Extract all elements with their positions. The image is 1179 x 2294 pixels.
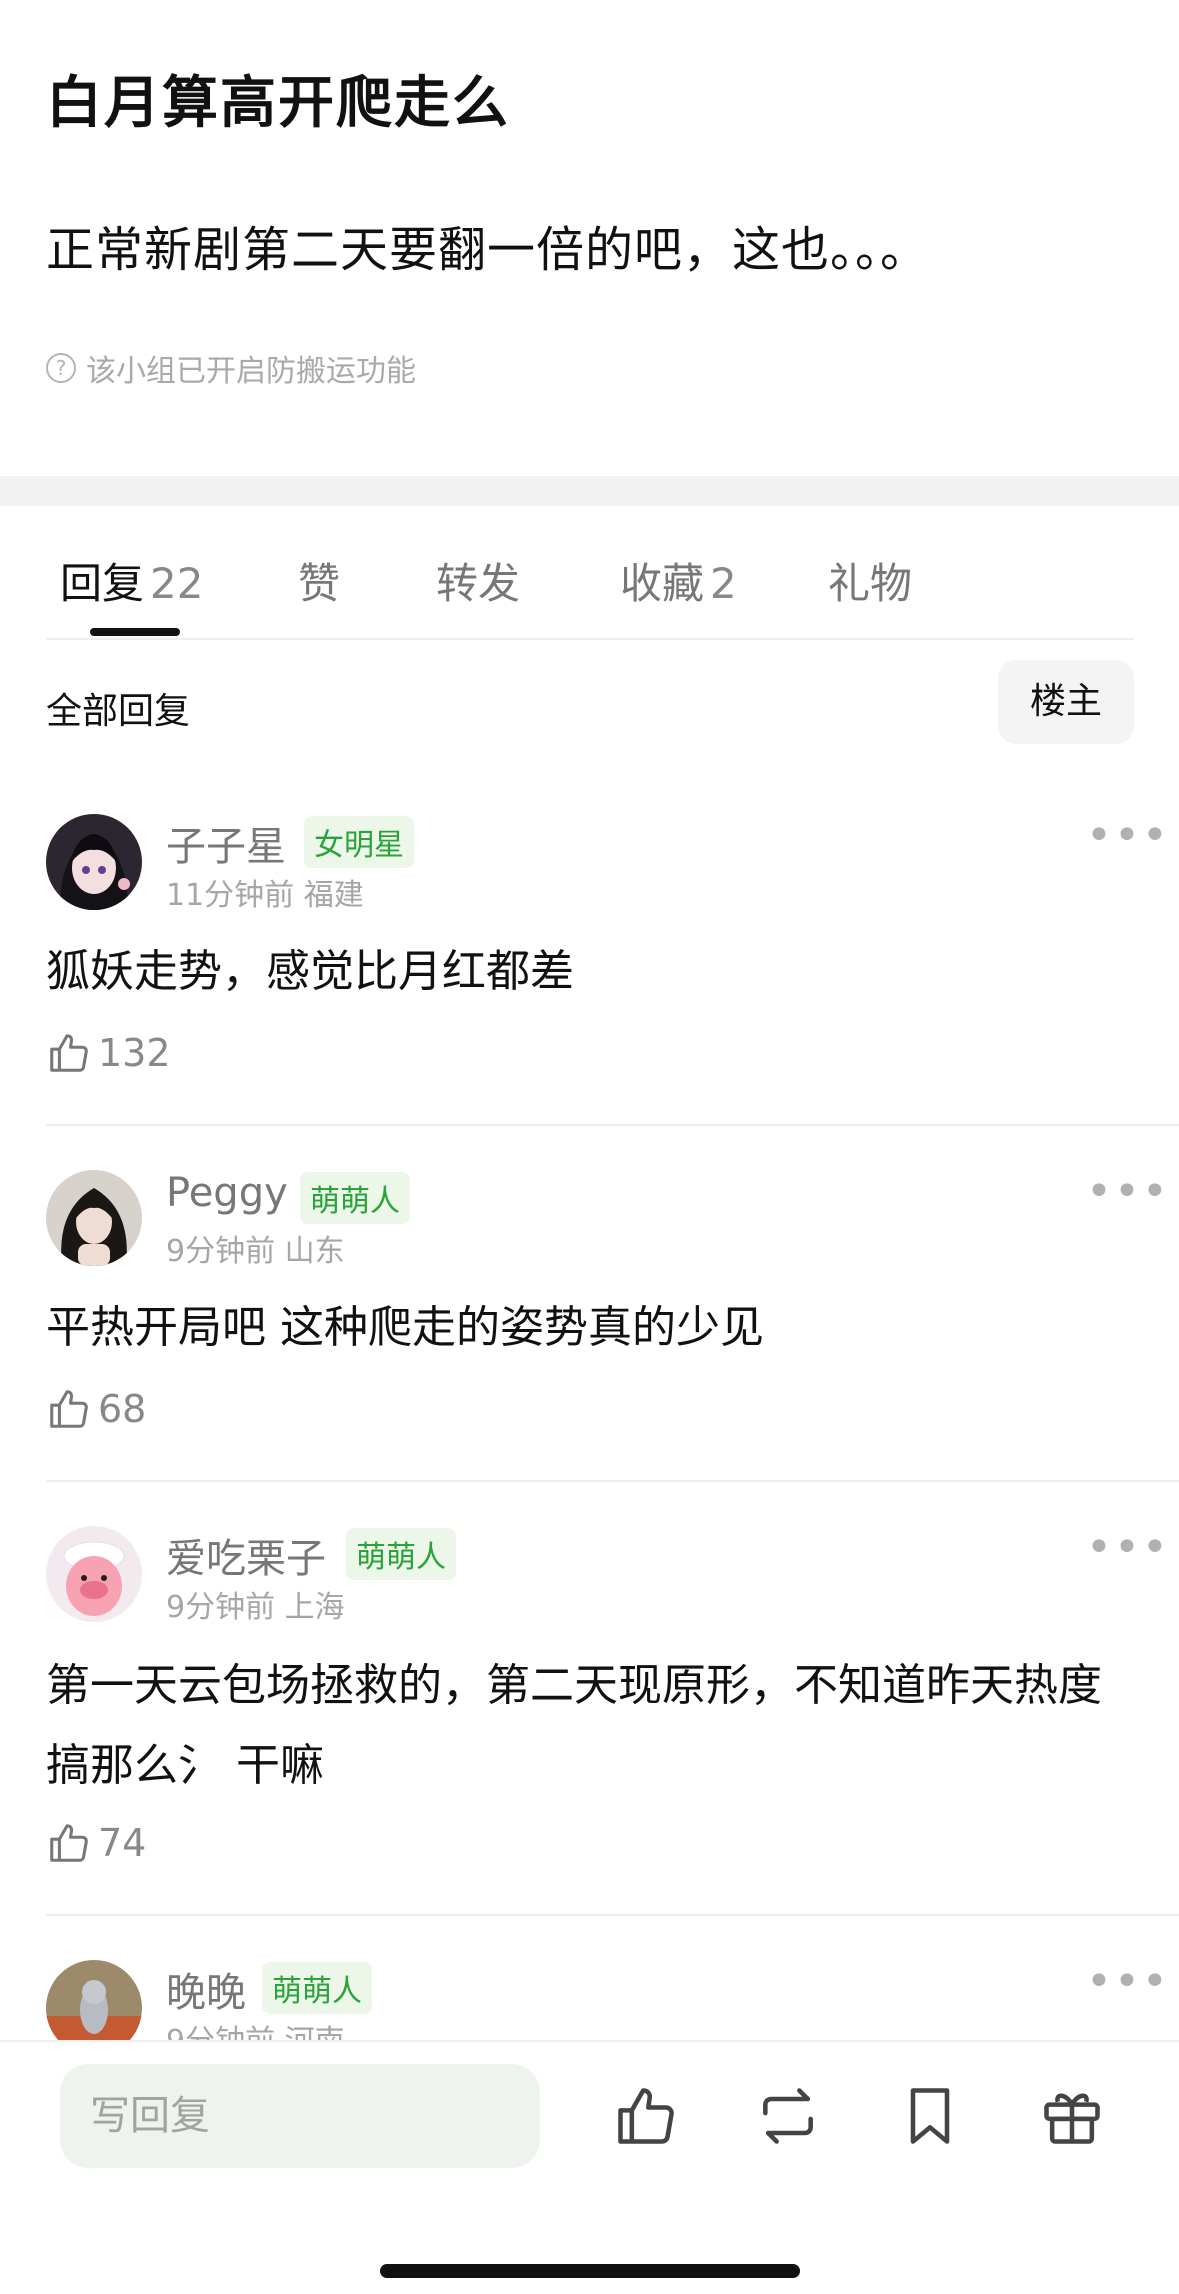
notice-text: 该小组已开启防搬运功能 (86, 354, 416, 389)
section-divider (0, 476, 1179, 506)
tab-likes-label: 赞 (298, 559, 341, 608)
comment-divider (46, 1914, 1179, 1916)
question-circle-icon: ? (46, 353, 76, 383)
comment-meta: 9分钟前 上海 (166, 1582, 345, 1626)
username[interactable]: 爱吃栗子 (166, 1526, 326, 1584)
comment-time: 9分钟前 (166, 1234, 276, 1269)
more-options-icon[interactable]: ••• (1086, 1522, 1170, 1573)
like-count: 68 (98, 1387, 147, 1431)
tab-favorites[interactable]: 收藏 2 (620, 550, 737, 611)
username[interactable]: 晚晚 (166, 1960, 246, 2018)
avatar[interactable] (46, 1170, 142, 1266)
comment-location: 福建 (303, 878, 364, 913)
tab-gifts-label: 礼物 (828, 559, 913, 608)
all-replies-title: 全部回复 (46, 691, 191, 732)
comment-text: 第一天云包场拯救的，第二天现原形，不知道昨天热度搞那么氵 干嘛 (46, 1660, 1102, 1791)
reply-input[interactable] (60, 2064, 540, 2168)
more-options-icon[interactable]: ••• (1086, 1166, 1170, 1217)
like-count: 132 (98, 1031, 171, 1075)
tab-replies[interactable]: 回复 22 (60, 550, 203, 611)
comment-time: 11分钟前 (166, 878, 295, 913)
user-badge: 萌萌人 (262, 1962, 372, 2014)
thumbs-up-icon (50, 1034, 88, 1072)
anti-repost-notice[interactable]: ? 该小组已开启防搬运功能 (46, 346, 416, 390)
thumbs-up-icon[interactable] (612, 2082, 680, 2150)
user-badge: 萌萌人 (346, 1528, 456, 1580)
more-options-icon[interactable]: ••• (1086, 1956, 1170, 2007)
home-indicator (380, 2264, 800, 2278)
username[interactable]: Peggy (166, 1170, 288, 1216)
post-title: 白月算高开爬走么 (46, 71, 510, 136)
user-badge: 萌萌人 (300, 1172, 410, 1224)
comment-meta: 11分钟前 福建 (166, 870, 364, 914)
comment-divider (46, 1480, 1179, 1482)
like-button[interactable]: 132 (46, 1030, 171, 1076)
like-button[interactable]: 68 (46, 1386, 146, 1432)
bottom-action-bar (0, 2040, 1179, 2294)
comment-location: 上海 (284, 1590, 345, 1625)
comment-divider (46, 1124, 1179, 1126)
thumbs-up-icon (50, 1824, 88, 1862)
tab-likes[interactable]: 赞 (298, 550, 340, 611)
repost-icon[interactable] (754, 2082, 822, 2150)
like-button[interactable]: 74 (46, 1820, 146, 1866)
bookmark-icon[interactable] (896, 2082, 964, 2150)
avatar[interactable] (46, 1526, 142, 1622)
tab-favorites-label: 收藏 (620, 559, 705, 608)
post-header: 白月算高开爬走么 正常新剧第二天要翻一倍的吧，这也。。。 ? 该小组已开启防搬运… (0, 0, 1179, 476)
like-count: 74 (98, 1821, 147, 1865)
interaction-tabs: 回复 22 赞 转发 收藏 2 礼物 (46, 506, 1134, 640)
more-options-icon[interactable]: ••• (1086, 810, 1170, 861)
comment-text: 平热开局吧 这种爬走的姿势真的少见 (46, 1302, 764, 1353)
username[interactable]: 子子星 (166, 814, 286, 872)
comment-time: 9分钟前 (166, 1590, 276, 1625)
comment-text: 狐妖走势，感觉比月红都差 (46, 946, 574, 997)
replies-header: 全部回复 楼主 (46, 660, 1134, 746)
tab-replies-label: 回复 (60, 559, 145, 608)
tab-replies-count: 22 (150, 559, 204, 608)
comment-meta: 9分钟前 山东 (166, 1226, 345, 1270)
tab-favorites-count: 2 (710, 559, 737, 608)
avatar[interactable] (46, 814, 142, 910)
user-badge: 女明星 (304, 816, 414, 868)
gift-icon[interactable] (1038, 2082, 1106, 2150)
thumbs-up-icon (50, 1390, 88, 1428)
owner-only-button[interactable]: 楼主 (998, 660, 1134, 744)
post-body: 正常新剧第二天要翻一倍的吧，这也。。。 (46, 222, 930, 278)
tab-gifts[interactable]: 礼物 (828, 550, 912, 611)
tab-reposts-label: 转发 (436, 559, 521, 608)
comment-location: 山东 (284, 1234, 345, 1269)
tab-reposts[interactable]: 转发 (436, 550, 520, 611)
active-tab-indicator (90, 628, 180, 636)
